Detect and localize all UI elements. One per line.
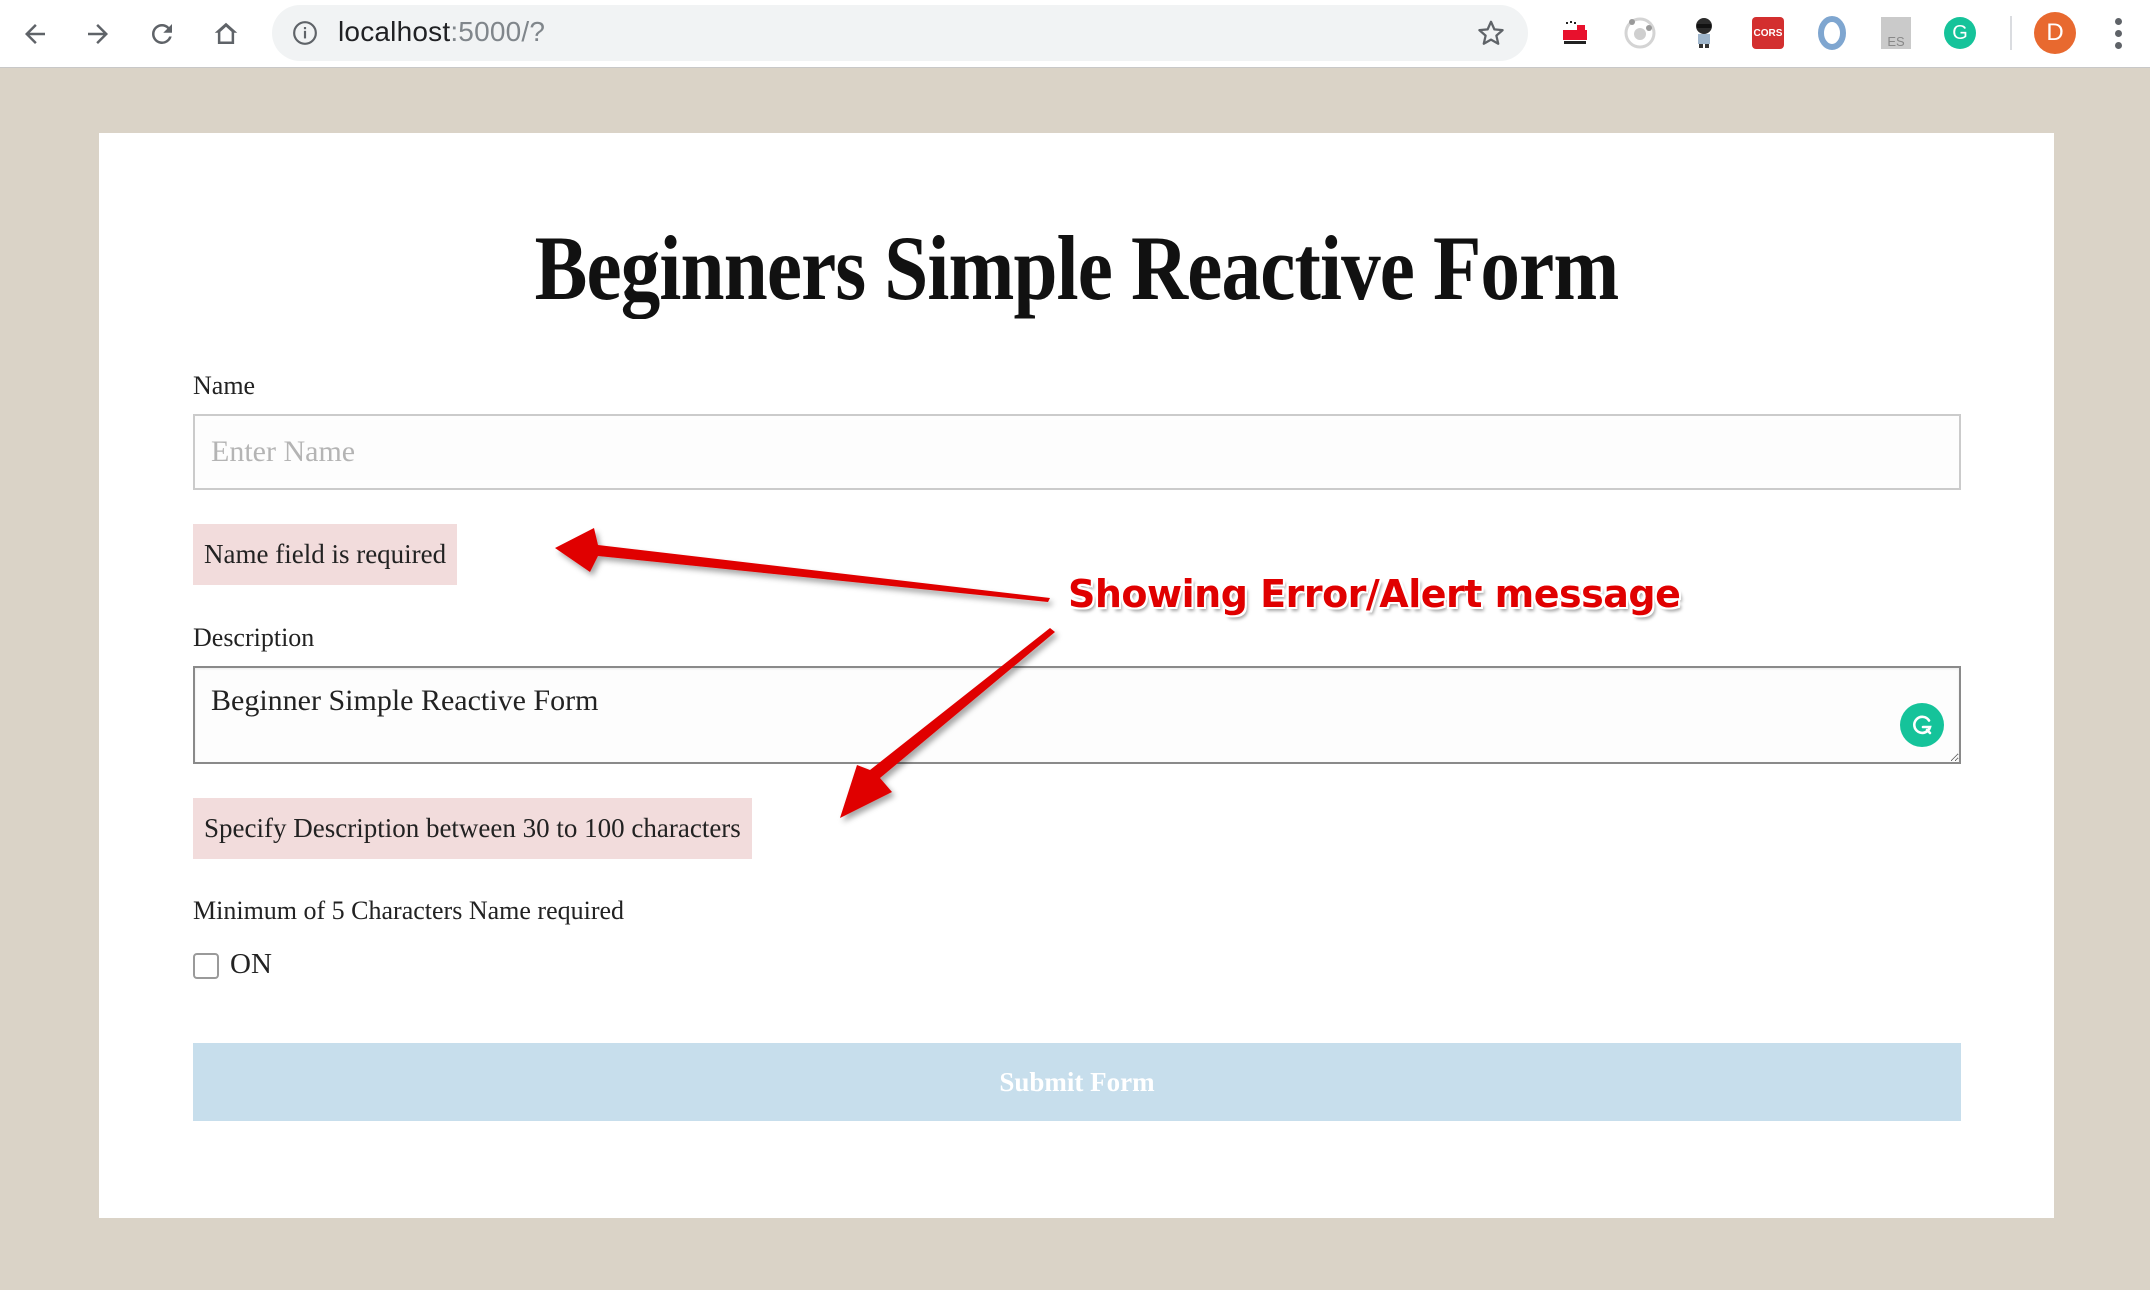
info-icon[interactable] (292, 20, 318, 46)
es-badge: ES (1881, 17, 1911, 49)
back-button[interactable] (13, 12, 57, 56)
url-host: localhost (338, 16, 451, 47)
url-path: :5000/? (450, 16, 546, 47)
bookmark-star-icon[interactable] (1476, 18, 1506, 48)
browser-menu-icon[interactable] (2106, 14, 2130, 54)
name-label: Name (193, 371, 256, 400)
form-card: Beginners Simple Reactive Form Name Name… (99, 133, 2054, 1218)
browser-toolbar: localhost:5000/? CORS ES G D (0, 0, 2150, 68)
on-checkbox[interactable] (193, 953, 219, 979)
toolbar-separator (2010, 16, 2012, 50)
cors-extension-icon[interactable]: CORS (1750, 15, 1786, 51)
circle-extension-icon[interactable] (1622, 15, 1658, 51)
url-text[interactable]: localhost:5000/? (338, 16, 545, 48)
grammarly-badge: G (1944, 17, 1976, 49)
min-chars-label: Minimum of 5 Characters Name required (193, 896, 625, 925)
name-input[interactable] (193, 414, 1961, 490)
submit-form-button[interactable]: Submit Form (193, 1043, 1961, 1121)
forward-button[interactable] (76, 12, 120, 56)
page-title: Beginners Simple Reactive Form (534, 217, 1620, 319)
es-extension-icon[interactable]: ES (1878, 15, 1914, 51)
grammarly-icon[interactable] (1900, 703, 1944, 747)
description-error-alert: Specify Description between 30 to 100 ch… (193, 798, 752, 859)
grammarly-extension-icon[interactable]: G (1942, 15, 1978, 51)
back-arrow-icon (25, 24, 45, 44)
cors-badge: CORS (1752, 17, 1784, 49)
profile-avatar[interactable]: D (2034, 12, 2076, 54)
home-icon (214, 22, 238, 44)
forward-arrow-icon (88, 24, 108, 44)
reload-icon (152, 24, 172, 44)
checkbox-label[interactable]: ON (230, 948, 272, 981)
octocat-extension-icon[interactable] (1686, 15, 1722, 51)
reload-button[interactable] (140, 12, 184, 56)
train-extension-icon[interactable] (1558, 15, 1594, 51)
address-bar[interactable]: localhost:5000/? (272, 5, 1528, 61)
home-button[interactable] (204, 12, 248, 56)
description-textarea[interactable]: Beginner Simple Reactive Form (193, 666, 1961, 764)
name-error-alert: Name field is required (193, 524, 458, 585)
description-label: Description (193, 623, 315, 652)
swirl-extension-icon[interactable] (1814, 15, 1850, 51)
annotation-label: Showing Error/Alert message (1068, 572, 1681, 616)
